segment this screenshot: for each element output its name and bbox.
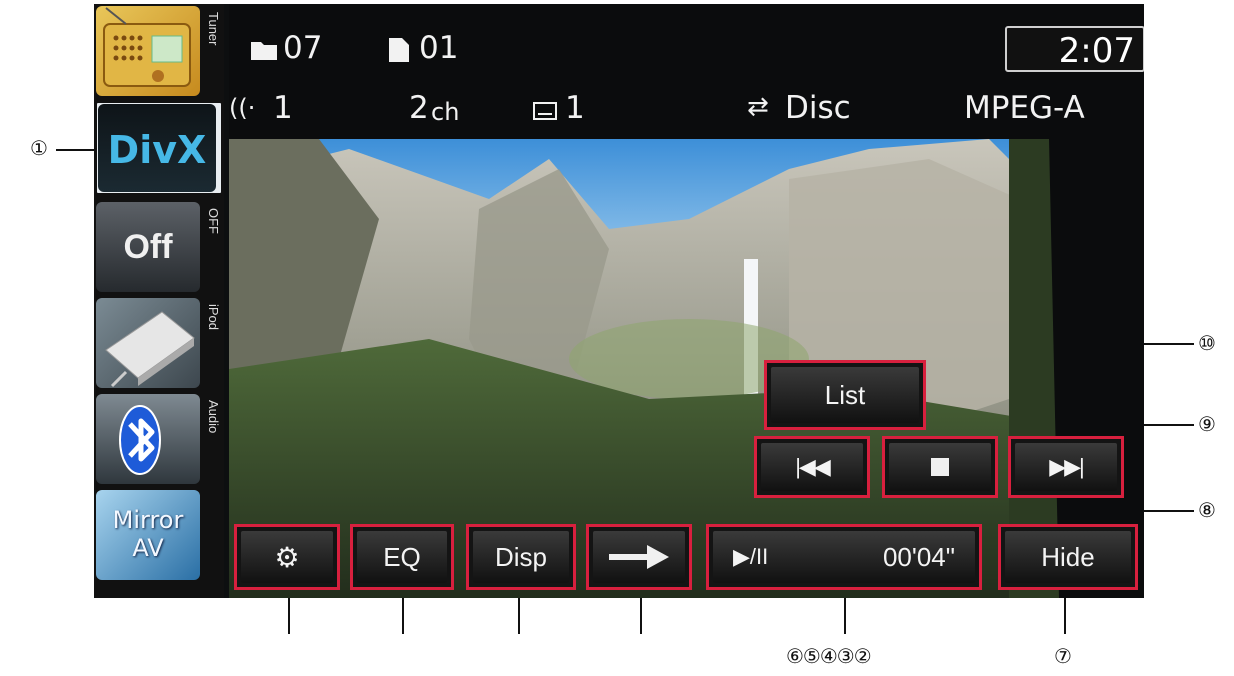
disp-button[interactable]: Disp bbox=[466, 524, 576, 590]
source-tab-audio[interactable]: Audio bbox=[202, 394, 224, 484]
source-ipod[interactable] bbox=[96, 298, 200, 388]
ipod-dock-icon bbox=[105, 311, 195, 388]
leader-settings bbox=[288, 598, 290, 634]
repeat-mode: Disc bbox=[785, 90, 851, 126]
disp-button-label: Disp bbox=[494, 541, 547, 572]
radio-icon bbox=[103, 7, 191, 87]
folder-number: 07 bbox=[283, 30, 323, 66]
divx-logo-label: DivX bbox=[107, 128, 207, 172]
callout-10: ⑩ bbox=[1198, 331, 1216, 355]
callout-1: ① bbox=[30, 136, 48, 160]
source-mirror-av[interactable]: Mirror AV bbox=[96, 490, 200, 580]
settings-button[interactable]: ⚙ bbox=[234, 524, 340, 590]
eq-button-label: EQ bbox=[383, 541, 421, 572]
stop-button[interactable] bbox=[882, 436, 998, 498]
source-tab-tuner[interactable]: Tuner bbox=[202, 6, 224, 96]
callout-2-6: ⑥⑤④③② bbox=[786, 644, 872, 668]
play-pause-button[interactable]: ▶/II 00'04" bbox=[706, 524, 982, 590]
callout-7: ⑦ bbox=[1054, 644, 1072, 668]
status-bar: 07 01 2:07 ((· 1 2 ch 1 ⇄ Disc MPEG-A bbox=[229, 4, 1144, 139]
settings-gears-icon: ⚙ bbox=[274, 541, 300, 573]
subtitle-icon bbox=[533, 102, 557, 120]
previous-track-button[interactable]: |◀◀ bbox=[754, 436, 870, 498]
hide-button[interactable]: Hide bbox=[998, 524, 1138, 590]
off-label: Off bbox=[123, 228, 173, 266]
source-bluetooth-audio[interactable] bbox=[96, 394, 200, 484]
channels-unit: ch bbox=[431, 98, 460, 126]
stop-icon bbox=[931, 458, 949, 476]
hide-button-label: Hide bbox=[1041, 541, 1095, 572]
audio-waves-icon: ((· bbox=[229, 94, 256, 122]
callout-9: ⑨ bbox=[1198, 412, 1216, 436]
channels-count: 2 bbox=[409, 90, 429, 126]
callout-8: ⑧ bbox=[1198, 498, 1216, 522]
right-arrow-icon bbox=[609, 545, 669, 569]
leader-play bbox=[844, 598, 846, 634]
av-screen: Tuner DivX Off OFF iPod Audio Mirror AV … bbox=[94, 4, 1144, 598]
audio-format: MPEG-A bbox=[964, 90, 1085, 126]
next-track-button[interactable]: ▶▶| bbox=[1008, 436, 1124, 498]
list-button[interactable]: List bbox=[764, 360, 926, 430]
subtitle-number: 1 bbox=[565, 90, 585, 126]
source-tuner[interactable] bbox=[96, 6, 200, 96]
folder-icon bbox=[251, 42, 277, 60]
tab-label-audio: Audio bbox=[206, 400, 221, 434]
tab-label-tuner: Tuner bbox=[206, 12, 221, 46]
skip-next-icon: ▶▶| bbox=[1049, 454, 1085, 479]
source-tab-ipod[interactable]: iPod bbox=[202, 298, 224, 388]
list-button-label: List bbox=[824, 379, 866, 410]
leader-hide bbox=[1064, 598, 1066, 634]
tab-label-ipod: iPod bbox=[206, 304, 221, 331]
source-divx[interactable]: DivX bbox=[98, 104, 216, 192]
leader-arrow bbox=[640, 598, 642, 634]
leader-eq bbox=[402, 598, 404, 634]
tab-label-off: OFF bbox=[206, 208, 221, 234]
leader-line-1 bbox=[56, 149, 96, 151]
file-icon bbox=[389, 38, 409, 62]
arrow-button[interactable] bbox=[586, 524, 692, 590]
audio-track-number: 1 bbox=[273, 90, 293, 126]
leader-disp bbox=[518, 598, 520, 634]
file-number: 01 bbox=[419, 30, 459, 66]
elapsed-time: 00'04" bbox=[882, 541, 955, 572]
mirror-av-label: Mirror AV bbox=[112, 506, 184, 562]
clock-time: 2:07 bbox=[1058, 31, 1135, 71]
source-sidebar: Tuner DivX Off OFF iPod Audio Mirror AV bbox=[94, 4, 224, 598]
skip-previous-icon: |◀◀ bbox=[795, 454, 831, 479]
play-pause-icon: ▶/II bbox=[733, 544, 769, 569]
source-tab-off[interactable]: OFF bbox=[202, 202, 224, 292]
source-off[interactable]: Off bbox=[96, 202, 200, 292]
repeat-icon: ⇄ bbox=[747, 92, 769, 122]
eq-button[interactable]: EQ bbox=[350, 524, 454, 590]
bluetooth-icon bbox=[119, 405, 161, 475]
clock-box: 2:07 bbox=[1005, 26, 1144, 72]
